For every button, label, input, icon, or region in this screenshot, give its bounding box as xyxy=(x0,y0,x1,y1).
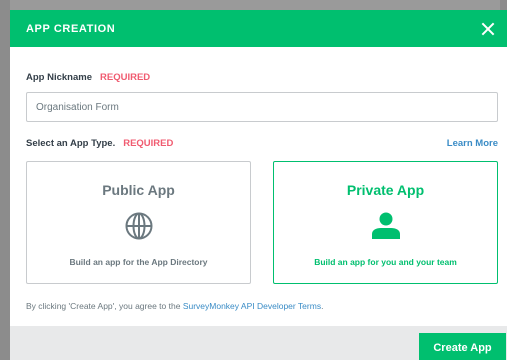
public-app-description: Build an app for the App Directory xyxy=(69,257,208,267)
terms-notice: By clicking 'Create App', you agree to t… xyxy=(26,301,498,311)
app-type-required-badge: REQUIRED xyxy=(123,138,174,149)
nickname-label: App Nickname xyxy=(26,72,92,83)
app-type-row: Select an App Type. REQUIRED Learn More xyxy=(26,138,498,149)
app-nickname-input[interactable] xyxy=(26,92,498,122)
modal-footer: Create App xyxy=(10,326,507,360)
terms-prefix: By clicking 'Create App', you agree to t… xyxy=(26,301,183,311)
learn-more-link[interactable]: Learn More xyxy=(447,138,498,149)
close-icon[interactable] xyxy=(478,19,498,39)
public-app-title: Public App xyxy=(102,182,175,198)
user-icon xyxy=(369,209,403,243)
app-type-label-row: Select an App Type. REQUIRED xyxy=(26,138,173,149)
modal-body: App Nickname REQUIRED Select an App Type… xyxy=(10,72,507,311)
public-app-card[interactable]: Public App Build an app for the App Dire… xyxy=(26,161,251,284)
developer-terms-link[interactable]: SurveyMonkey API Developer Terms xyxy=(183,301,321,311)
private-app-title: Private App xyxy=(346,182,425,198)
nickname-label-row: App Nickname REQUIRED xyxy=(26,72,498,83)
create-app-button[interactable]: Create App xyxy=(419,333,506,360)
private-app-card[interactable]: Private App Build an app for you and you… xyxy=(273,161,498,284)
app-type-label: Select an App Type. xyxy=(26,138,116,149)
modal-title: APP CREATION xyxy=(26,22,116,35)
nickname-required-badge: REQUIRED xyxy=(100,72,151,83)
app-creation-modal: APP CREATION App Nickname REQUIRED Selec… xyxy=(10,10,507,360)
terms-suffix: . xyxy=(321,301,324,311)
globe-icon xyxy=(122,209,156,243)
backdrop-left xyxy=(0,0,10,360)
app-type-cards: Public App Build an app for the App Dire… xyxy=(26,161,498,284)
modal-header: APP CREATION xyxy=(10,10,507,47)
private-app-description: Build an app for you and your team xyxy=(314,257,457,267)
